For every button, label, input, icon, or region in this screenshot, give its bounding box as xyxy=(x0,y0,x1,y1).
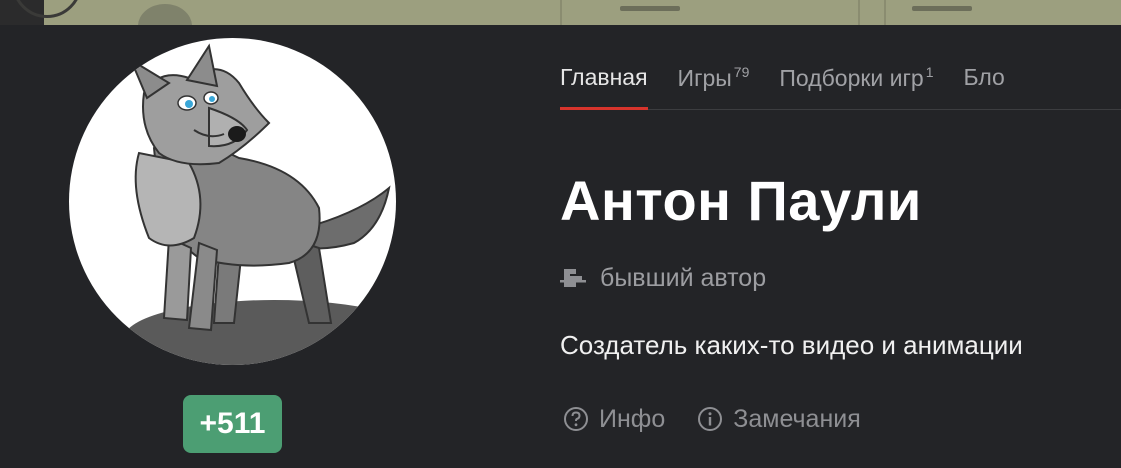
question-circle-icon xyxy=(564,407,588,431)
remarks-link-label: Замечания xyxy=(733,404,861,433)
author-status: бывший автор xyxy=(560,262,766,294)
remarks-link[interactable]: Замечания xyxy=(697,405,861,434)
tab-main[interactable]: Главная xyxy=(560,58,648,110)
author-status-label: бывший автор xyxy=(600,263,767,292)
tab-game-collections[interactable]: Подборки игр 1 xyxy=(779,58,933,109)
tab-label: Бло xyxy=(963,64,1005,90)
tab-games[interactable]: Игры 79 xyxy=(678,58,750,109)
tab-label: Подборки игр xyxy=(779,65,924,91)
ex-author-badge-icon xyxy=(560,269,586,287)
profile-tabs: Главная Игры 79 Подборки игр 1 Бло xyxy=(560,58,1121,110)
rating-badge: +511 xyxy=(183,395,282,453)
profile-bio: Создатель каких-то видео и анимации xyxy=(560,330,1023,360)
tab-count: 79 xyxy=(733,64,750,80)
avatar[interactable] xyxy=(69,38,396,365)
info-link[interactable]: Инфо xyxy=(563,405,665,434)
tab-label: Главная xyxy=(560,64,648,90)
profile-links: Инфо Замечания xyxy=(563,402,893,436)
info-link-label: Инфо xyxy=(599,404,666,433)
tab-blog[interactable]: Бло xyxy=(964,58,1005,109)
profile-cover-banner xyxy=(0,0,1121,25)
tab-label: Игры xyxy=(677,65,732,91)
info-circle-icon xyxy=(698,407,723,431)
profile-page: +511 Главная Игры 79 Подборки игр 1 Бло Ан… xyxy=(0,0,1121,468)
profile-name: Антон Паули xyxy=(560,169,922,232)
tab-count: 1 xyxy=(925,64,934,80)
wolf-avatar-icon xyxy=(124,43,396,365)
